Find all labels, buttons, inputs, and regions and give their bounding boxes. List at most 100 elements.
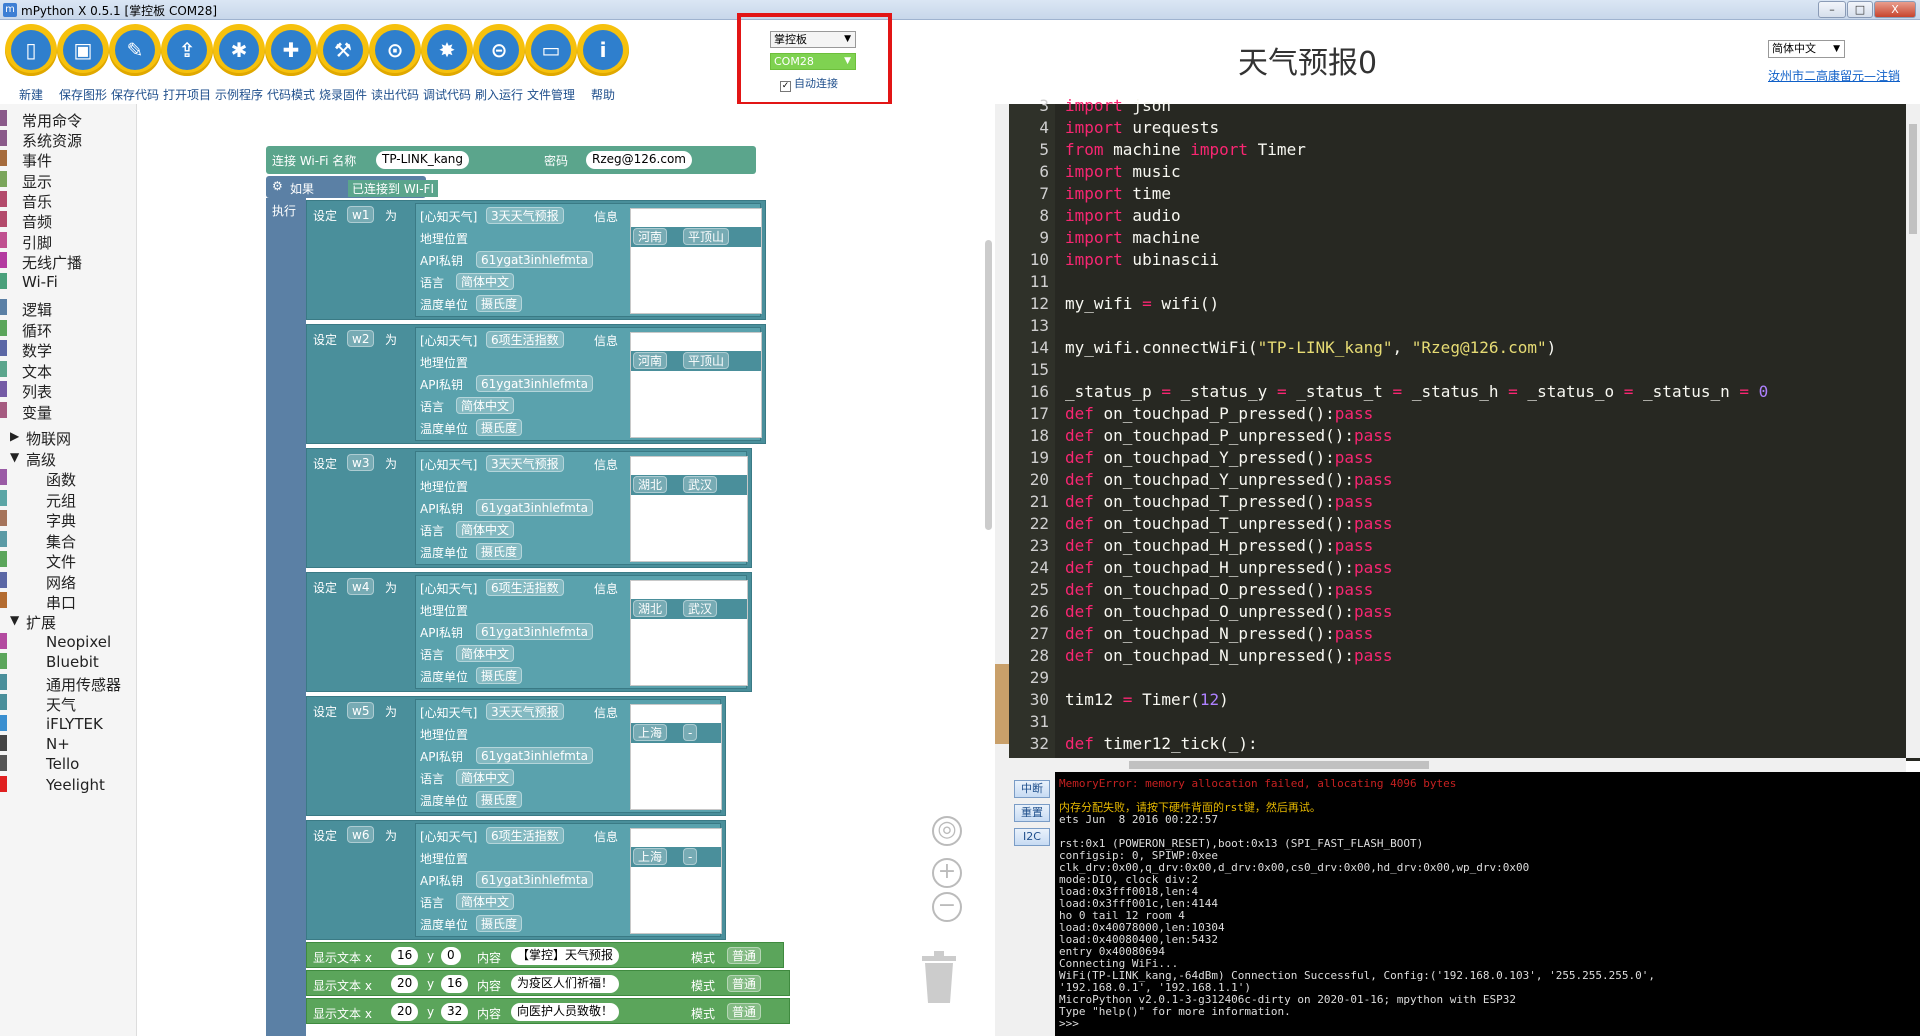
language-dropdown[interactable]: 简体中文 — [456, 769, 515, 786]
weather-kind-dropdown[interactable]: 3天天气预报 — [486, 455, 564, 472]
weather-set-block[interactable]: 设定 w6 为 [心知天气] 6项生活指数 信息 地理位置 API私钥 61ygat3inhle… — [306, 820, 726, 940]
sidebar-item[interactable]: 串口 — [0, 590, 137, 612]
weather-set-block[interactable]: 设定 w3 为 [心知天气] 3天天气预报 信息 地理位置 API私钥 61ygat3inhle… — [306, 448, 752, 568]
user-logout-link[interactable]: 汝州市二高康留元—注销 — [1768, 67, 1900, 84]
sidebar-item[interactable]: 字典 — [0, 508, 137, 530]
sidebar-item[interactable]: 网络 — [0, 570, 137, 592]
location-block[interactable]: 湖北 武汉 — [631, 475, 747, 495]
sidebar-item[interactable]: Tello — [0, 753, 137, 773]
sidebar-item[interactable]: 文件 — [0, 549, 137, 571]
weather-kind-dropdown[interactable]: 6项生活指数 — [486, 827, 564, 844]
sidebar-item[interactable]: Bluebit — [0, 651, 137, 671]
sidebar-item[interactable]: 无线广播 — [0, 250, 137, 272]
weather-info-block[interactable]: [心知天气] 3天天气预报 信息 地理位置 API私钥 61ygat3inhlefmta 语… — [415, 699, 722, 813]
city-dropdown[interactable]: 武汉 — [683, 476, 718, 493]
language-dropdown[interactable]: 简体中文 — [456, 397, 515, 414]
api-key-field[interactable]: 61ygat3inhlefmta — [476, 623, 593, 640]
sidebar-item[interactable]: 文本 — [0, 359, 137, 381]
weather-set-block[interactable]: 设定 w5 为 [心知天气] 3天天气预报 信息 地理位置 API私钥 61ygat3inhle… — [306, 696, 726, 816]
temp-unit-dropdown[interactable]: 摄氏度 — [476, 543, 523, 560]
province-dropdown[interactable]: 上海 — [633, 724, 668, 741]
sidebar-item[interactable]: Yeelight — [0, 774, 137, 794]
code-line[interactable]: def on_touchpad_P_pressed():pass — [1065, 404, 1373, 423]
weather-kind-dropdown[interactable]: 6项生活指数 — [486, 579, 564, 596]
mode-dropdown[interactable]: 普通 — [727, 975, 762, 992]
province-dropdown[interactable]: 上海 — [633, 848, 668, 865]
weather-info-block[interactable]: [心知天气] 6项生活指数 信息 地理位置 API私钥 61ygat3inhlefmta 语… — [415, 327, 762, 441]
code-line[interactable]: import json — [1065, 96, 1171, 115]
sidebar-item[interactable]: ▼ 高级 — [0, 447, 137, 469]
show-text-block[interactable]: 显示文本 x 20 y 32 内容 向医护人员致敬！ 模式 普通 — [306, 998, 790, 1024]
weather-set-block[interactable]: 设定 w1 为 [心知天气] 3天天气预报 信息 地理位置 API私钥 61ygat3inhle… — [306, 200, 766, 320]
block-workspace[interactable]: 连接 Wi-Fi 名称 TP-LINK_kang 密码 Rzeg@126.com ⚙ 如果… — [138, 104, 1005, 1036]
sidebar-item[interactable]: N+ — [0, 733, 137, 753]
sidebar-item[interactable]: 列表 — [0, 379, 137, 401]
province-dropdown[interactable]: 河南 — [633, 352, 668, 369]
maximize-button[interactable]: □ — [1847, 1, 1873, 18]
content-field[interactable]: 【掌控】天气预报 — [511, 947, 620, 965]
sidebar-item[interactable]: 显示 — [0, 169, 137, 191]
mode-dropdown[interactable]: 普通 — [727, 947, 762, 964]
sidebar-item[interactable]: 逻辑 — [0, 297, 137, 319]
language-dropdown[interactable]: 简体中文 — [456, 521, 515, 538]
location-block[interactable]: 上海 - — [631, 723, 721, 743]
language-select[interactable]: 简体中文 ▼ — [1768, 40, 1845, 58]
sidebar-item[interactable]: 音频 — [0, 209, 137, 231]
province-dropdown[interactable]: 河南 — [633, 228, 668, 245]
sidebar-item[interactable]: 函数 — [0, 467, 137, 489]
if-block[interactable]: ⚙ 如果 已连接到 WI-FI — [266, 176, 438, 198]
gear-icon[interactable]: ⚙ — [272, 179, 283, 193]
api-key-field[interactable]: 61ygat3inhlefmta — [476, 251, 593, 268]
location-block[interactable]: 上海 - — [631, 847, 721, 867]
y-field[interactable]: 32 — [441, 1003, 469, 1021]
auto-connect-checkbox[interactable]: ✓ 自动连接 — [780, 75, 838, 92]
minimize-button[interactable]: – — [1818, 1, 1846, 18]
city-dropdown[interactable]: 平顶山 — [683, 228, 730, 245]
sidebar-item[interactable]: 音乐 — [0, 189, 137, 211]
city-dropdown[interactable]: - — [683, 848, 698, 865]
serial-console[interactable]: MemoryError: memory allocation failed, a… — [1055, 772, 1920, 1036]
sidebar-item[interactable]: 变量 — [0, 400, 137, 422]
location-block[interactable]: 河南 平顶山 — [631, 227, 761, 247]
sidebar-item[interactable]: 通用传感器 — [0, 672, 137, 694]
scroll-thumb[interactable] — [1129, 761, 1429, 769]
board-select[interactable]: 掌控板 ▼ — [770, 31, 856, 48]
city-dropdown[interactable]: 平顶山 — [683, 352, 730, 369]
x-field[interactable]: 16 — [391, 947, 419, 965]
variable-dropdown[interactable]: w3 — [347, 454, 375, 471]
code-line[interactable]: my_wifi.connectWiFi("TP-LINK_kang", "Rze… — [1065, 338, 1556, 357]
content-field[interactable]: 为疫区人们祈福！ — [511, 975, 620, 993]
close-button[interactable]: X — [1874, 1, 1916, 18]
expand-triangle-icon[interactable]: ▼ — [10, 613, 19, 627]
x-field[interactable]: 20 — [391, 975, 419, 993]
pane-divider[interactable] — [995, 104, 1009, 1036]
language-dropdown[interactable]: 简体中文 — [456, 893, 515, 910]
language-dropdown[interactable]: 简体中文 — [456, 273, 515, 290]
help-button[interactable]: i 帮助 — [572, 24, 634, 102]
city-dropdown[interactable]: - — [683, 724, 698, 741]
code-line[interactable]: def on_touchpad_N_unpressed():pass — [1065, 646, 1393, 665]
code-line[interactable]: import time — [1065, 184, 1171, 203]
variable-dropdown[interactable]: w5 — [347, 702, 375, 719]
sidebar-item[interactable]: 集合 — [0, 529, 137, 551]
code-line[interactable]: import ubinascii — [1065, 250, 1219, 269]
interrupt-button[interactable]: 中断 — [1014, 780, 1050, 798]
code-line[interactable]: def on_touchpad_T_pressed():pass — [1065, 492, 1373, 511]
api-key-field[interactable]: 61ygat3inhlefmta — [476, 499, 593, 516]
temp-unit-dropdown[interactable]: 摄氏度 — [476, 295, 523, 312]
province-dropdown[interactable]: 湖北 — [633, 476, 668, 493]
editor-horizontal-scrollbar[interactable] — [1009, 758, 1906, 772]
weather-kind-dropdown[interactable]: 3天天气预报 — [486, 207, 564, 224]
sidebar-item[interactable]: 事件 — [0, 148, 137, 170]
code-line[interactable]: def on_touchpad_T_unpressed():pass — [1065, 514, 1393, 533]
y-field[interactable]: 0 — [441, 947, 461, 965]
api-key-field[interactable]: 61ygat3inhlefmta — [476, 747, 593, 764]
city-dropdown[interactable]: 武汉 — [683, 600, 718, 617]
weather-set-block[interactable]: 设定 w4 为 [心知天气] 6项生活指数 信息 地理位置 API私钥 61ygat3inhle… — [306, 572, 752, 692]
reset-button[interactable]: 重置 — [1014, 804, 1050, 822]
sidebar-item[interactable]: Neopixel — [0, 631, 137, 651]
variable-dropdown[interactable]: w4 — [347, 578, 375, 595]
expand-triangle-icon[interactable]: ▶ — [10, 429, 19, 443]
wifi-password-field[interactable]: Rzeg@126.com — [586, 151, 692, 169]
code-line[interactable]: import music — [1065, 162, 1181, 181]
